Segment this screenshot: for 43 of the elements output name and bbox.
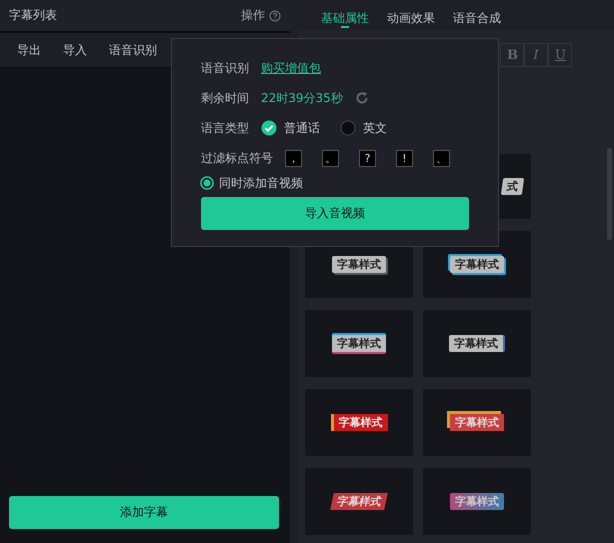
style-preview: 字幕样式 — [449, 335, 505, 352]
field-label: 语音识别 — [201, 60, 249, 76]
punctuation-toggle[interactable]: ， — [285, 150, 302, 166]
style-preview: 字幕样式 — [330, 493, 388, 510]
panel-title: 字幕列表 — [9, 7, 58, 24]
toolbar-button[interactable]: 导入 — [52, 38, 98, 62]
check-circle-icon[interactable] — [261, 120, 277, 136]
toolbar-button[interactable]: 语音识别 — [98, 38, 168, 62]
radio-label[interactable]: 普通话 — [284, 120, 320, 136]
style-preview: 字幕样式 — [450, 493, 504, 510]
time-value: 22时39分35秒 — [261, 90, 343, 106]
radio-button[interactable] — [200, 176, 214, 190]
help-icon[interactable] — [269, 10, 281, 22]
style-tile[interactable]: 字幕样式 — [423, 310, 531, 377]
refresh-icon[interactable] — [354, 91, 369, 105]
tab[interactable]: 基础属性 — [312, 0, 378, 30]
field-label: 剩余时间 — [201, 90, 249, 106]
style-tile[interactable]: 字幕样式 — [305, 310, 413, 377]
tab[interactable]: 动画效果 — [378, 0, 444, 30]
option-label[interactable]: 同时添加音视频 — [219, 174, 303, 192]
style-preview: 式 — [500, 178, 524, 195]
style-preview: 字幕样式 — [332, 256, 386, 273]
style-preview: 字幕样式 — [332, 333, 386, 354]
punctuation-toggle[interactable]: ! — [396, 150, 413, 166]
field-label: 语言类型 — [201, 120, 249, 136]
style-tile[interactable]: 字幕样式 — [305, 468, 413, 535]
punctuation-toggle[interactable]: 、 — [433, 150, 450, 166]
style-preview: 字幕样式 — [330, 414, 388, 431]
punctuation-toggle[interactable]: 。 — [322, 150, 339, 166]
style-tile[interactable]: 字幕样式 — [423, 389, 531, 456]
punctuation-toggle[interactable]: ? — [359, 150, 376, 166]
style-tile[interactable]: 字幕样式 — [305, 389, 413, 456]
toolbar-button[interactable]: 导出 — [6, 38, 52, 62]
add-subtitle-button[interactable]: 添加字幕 — [9, 496, 279, 529]
field-label: 过滤标点符号 — [201, 150, 273, 166]
radio-button[interactable] — [340, 120, 356, 136]
style-preview: 字幕样式 — [450, 256, 504, 273]
style-preview: 字幕样式 — [450, 414, 504, 431]
action-label[interactable]: 操作 — [241, 7, 265, 24]
tab[interactable]: 语音合成 — [444, 0, 510, 30]
buy-link[interactable]: 购买增值包 — [261, 60, 321, 76]
radio-label[interactable]: 英文 — [363, 120, 387, 136]
import-media-button[interactable]: 导入音视频 — [201, 197, 469, 230]
